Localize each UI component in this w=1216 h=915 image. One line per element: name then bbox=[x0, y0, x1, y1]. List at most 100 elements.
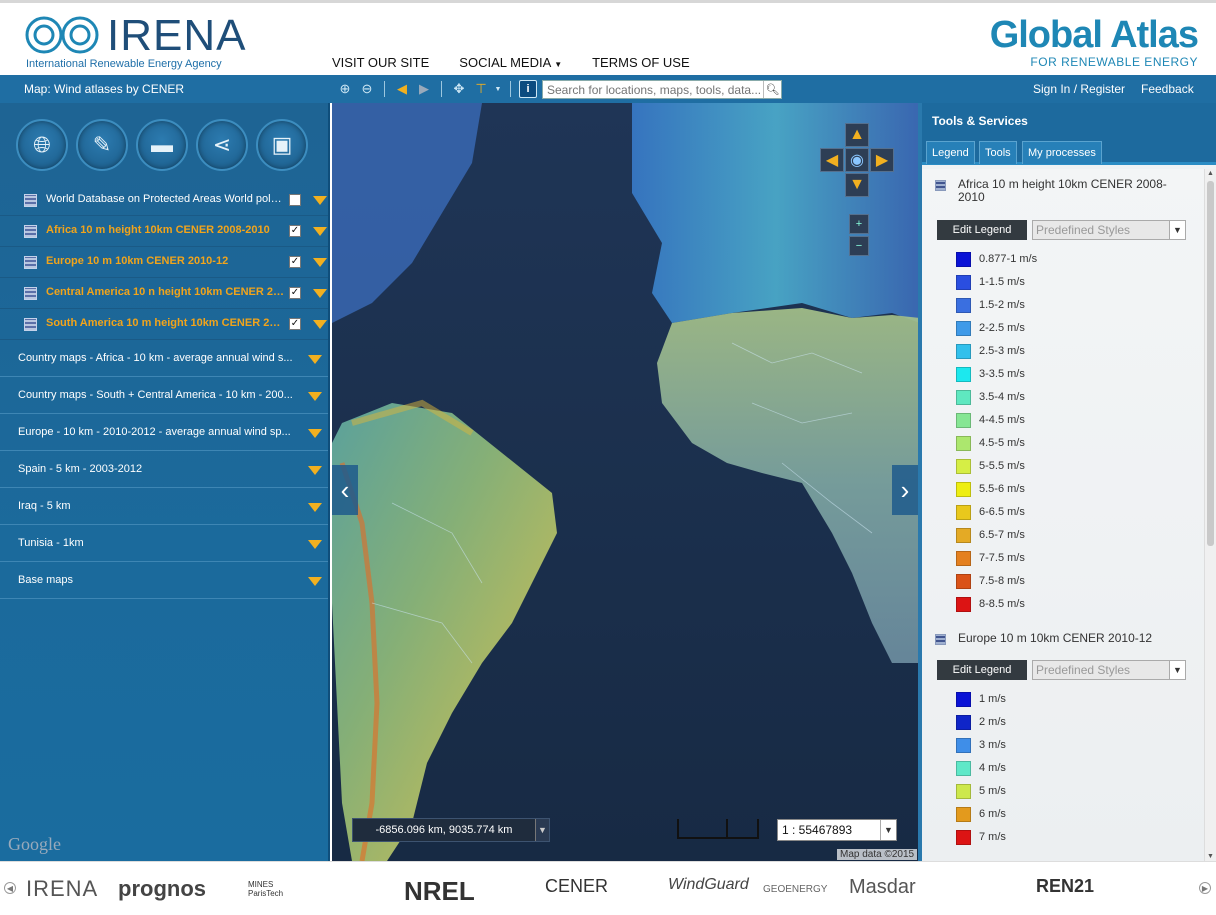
coordinate-display[interactable]: -6856.096 km, 9035.774 km ▼ bbox=[352, 818, 550, 842]
scale-select[interactable]: 1 : 55467893 ▼ bbox=[777, 819, 897, 841]
sponsor-logo[interactable]: REN21 bbox=[1036, 876, 1094, 897]
layer-menu-arrow-icon[interactable] bbox=[313, 320, 327, 329]
group-expand-arrow-icon[interactable] bbox=[308, 577, 322, 586]
back-arrow-icon[interactable]: ◀ bbox=[393, 80, 411, 98]
draw-button[interactable]: ✎ bbox=[76, 119, 128, 171]
tab-my-processes[interactable]: My processes bbox=[1022, 141, 1102, 164]
map-prev-button[interactable]: ‹ bbox=[332, 465, 358, 515]
legend-item: 3 m/s bbox=[956, 737, 1006, 753]
layer-checkbox[interactable]: ✓ bbox=[289, 287, 301, 299]
zoom-in-tool-icon[interactable]: ⊕ bbox=[336, 80, 354, 98]
measure-tool-icon[interactable]: ⊤ bbox=[472, 80, 490, 98]
sponsor-prev-icon[interactable]: ◀ bbox=[4, 882, 16, 894]
share-button[interactable]: ⋖ bbox=[196, 119, 248, 171]
scroll-thumb[interactable] bbox=[1207, 181, 1214, 546]
nav-social-media[interactable]: SOCIAL MEDIA ▼ bbox=[459, 55, 562, 70]
layer-checkbox[interactable]: ✓ bbox=[289, 225, 301, 237]
coordinate-dropdown-icon[interactable]: ▼ bbox=[535, 819, 549, 841]
layer-menu-arrow-icon[interactable] bbox=[313, 289, 327, 298]
layer-group[interactable]: Base maps bbox=[0, 562, 328, 599]
layer-menu-arrow-icon[interactable] bbox=[313, 196, 327, 205]
scroll-up-icon[interactable]: ▲ bbox=[1207, 170, 1214, 177]
sponsor-logo[interactable]: WindGuard bbox=[668, 876, 749, 894]
layer-group-name: Base maps bbox=[18, 574, 74, 586]
group-expand-arrow-icon[interactable] bbox=[308, 466, 322, 475]
sponsor-logo[interactable]: Masdar bbox=[849, 876, 916, 899]
sign-in-link[interactable]: Sign In / Register bbox=[1033, 82, 1125, 96]
zoom-in-icon[interactable]: + bbox=[849, 214, 869, 234]
edit-legend-button[interactable]: Edit Legend bbox=[937, 660, 1027, 680]
irena-logo[interactable]: IRENA International Renewable Energy Age… bbox=[24, 11, 245, 71]
layer-group[interactable]: Iraq - 5 km bbox=[0, 488, 328, 525]
layer-group-name: Spain - 5 km - 2003-2012 bbox=[18, 463, 143, 475]
legend-swatch bbox=[956, 481, 971, 497]
map-attribution[interactable]: Map data ©2015 bbox=[837, 849, 918, 860]
chevron-down-icon[interactable]: ▼ bbox=[880, 820, 896, 840]
pan-tool-icon[interactable]: ✥ bbox=[450, 80, 468, 98]
scroll-down-icon[interactable]: ▼ bbox=[1207, 853, 1214, 860]
tab-legend[interactable]: Legend bbox=[926, 141, 975, 164]
legend-item: 0.877-1 m/s bbox=[956, 251, 1037, 267]
layer-name: South America 10 m height 10km CENER 200… bbox=[46, 317, 286, 329]
pan-right-icon[interactable]: ▶ bbox=[870, 148, 894, 172]
edit-legend-button[interactable]: Edit Legend bbox=[937, 220, 1027, 240]
map-viewport[interactable]: ‹ › ▲ ◀ ◉ ▶ ▼ + − -6856.096 km, 9035.774… bbox=[332, 103, 920, 861]
layer-group[interactable]: Spain - 5 km - 2003-2012 bbox=[0, 451, 328, 488]
nav-terms[interactable]: TERMS OF USE bbox=[592, 55, 690, 70]
map-next-button[interactable]: › bbox=[892, 465, 918, 515]
layer-group[interactable]: Europe - 10 km - 2010-2012 - average ann… bbox=[0, 414, 328, 451]
legend-item: 7 m/s bbox=[956, 829, 1006, 845]
sponsor-logo[interactable]: IRENA bbox=[26, 876, 98, 902]
layer-row[interactable]: Central America 10 n height 10km CENER 2… bbox=[0, 278, 328, 309]
info-tool-icon[interactable]: i bbox=[519, 80, 537, 98]
global-atlas-title: Global Atlas bbox=[989, 14, 1199, 56]
group-expand-arrow-icon[interactable] bbox=[308, 540, 322, 549]
group-expand-arrow-icon[interactable] bbox=[308, 503, 322, 512]
sponsor-logo[interactable]: CENER bbox=[545, 876, 608, 897]
predefined-styles-select[interactable]: Predefined Styles ▼ bbox=[1032, 660, 1186, 680]
save-button[interactable]: ▣ bbox=[256, 119, 308, 171]
chevron-down-icon[interactable]: ▼ bbox=[1169, 221, 1185, 239]
nav-visit-site[interactable]: VISIT OUR SITE bbox=[332, 55, 429, 70]
layer-menu-arrow-icon[interactable] bbox=[313, 227, 327, 236]
layer-checkbox[interactable] bbox=[289, 194, 301, 206]
group-expand-arrow-icon[interactable] bbox=[308, 392, 322, 401]
legend-scrollbar[interactable]: ▲ ▼ bbox=[1204, 169, 1216, 861]
group-expand-arrow-icon[interactable] bbox=[308, 355, 322, 364]
feedback-link[interactable]: Feedback bbox=[1141, 82, 1194, 96]
chevron-down-icon[interactable]: ▼ bbox=[1169, 661, 1185, 679]
layer-row[interactable]: World Database on Protected Areas World … bbox=[0, 185, 328, 216]
predefined-styles-select[interactable]: Predefined Styles ▼ bbox=[1032, 220, 1186, 240]
pan-down-icon[interactable]: ▼ bbox=[845, 173, 869, 197]
folder-button[interactable]: ▬ bbox=[136, 119, 188, 171]
legend-swatch bbox=[956, 458, 971, 474]
measure-dropdown-icon[interactable]: ▼ bbox=[494, 80, 502, 98]
layer-group[interactable]: Country maps - Africa - 10 km - average … bbox=[0, 340, 328, 377]
layer-checkbox[interactable]: ✓ bbox=[289, 256, 301, 268]
layer-row[interactable]: Africa 10 m height 10km CENER 2008-2010 … bbox=[0, 216, 328, 247]
pan-up-icon[interactable]: ▲ bbox=[845, 123, 869, 147]
globe-button[interactable]: 🌐︎ bbox=[16, 119, 68, 171]
layer-checkbox[interactable]: ✓ bbox=[289, 318, 301, 330]
search-input[interactable] bbox=[543, 81, 763, 98]
sponsor-logo[interactable]: GEOENERGY bbox=[763, 884, 827, 895]
global-atlas-logo[interactable]: Global Atlas FOR RENEWABLE ENERGY bbox=[989, 14, 1199, 69]
layer-menu-arrow-icon[interactable] bbox=[313, 258, 327, 267]
tab-tools[interactable]: Tools bbox=[979, 141, 1017, 164]
zoom-out-icon[interactable]: − bbox=[849, 236, 869, 256]
forward-arrow-icon[interactable]: ▶ bbox=[415, 80, 433, 98]
sponsor-logo[interactable]: prognos bbox=[118, 876, 206, 902]
layer-group[interactable]: Tunisia - 1km bbox=[0, 525, 328, 562]
layer-group[interactable]: Country maps - South + Central America -… bbox=[0, 377, 328, 414]
sponsor-next-icon[interactable]: ▶ bbox=[1199, 882, 1211, 894]
pan-left-icon[interactable]: ◀ bbox=[820, 148, 844, 172]
search-icon[interactable]: 🔍︎ bbox=[763, 81, 781, 98]
layer-row[interactable]: South America 10 m height 10km CENER 200… bbox=[0, 309, 328, 340]
tools-panel: Tools & Services Legend Tools My process… bbox=[922, 103, 1216, 861]
pan-center-icon[interactable]: ◉ bbox=[845, 148, 869, 172]
layer-row[interactable]: Europe 10 m 10km CENER 2010-12 ✓ bbox=[0, 247, 328, 278]
sponsor-logo[interactable]: NREL bbox=[404, 876, 475, 907]
sponsor-logo[interactable]: MINES ParisTech bbox=[248, 880, 292, 898]
group-expand-arrow-icon[interactable] bbox=[308, 429, 322, 438]
zoom-out-tool-icon[interactable]: ⊖ bbox=[358, 80, 376, 98]
